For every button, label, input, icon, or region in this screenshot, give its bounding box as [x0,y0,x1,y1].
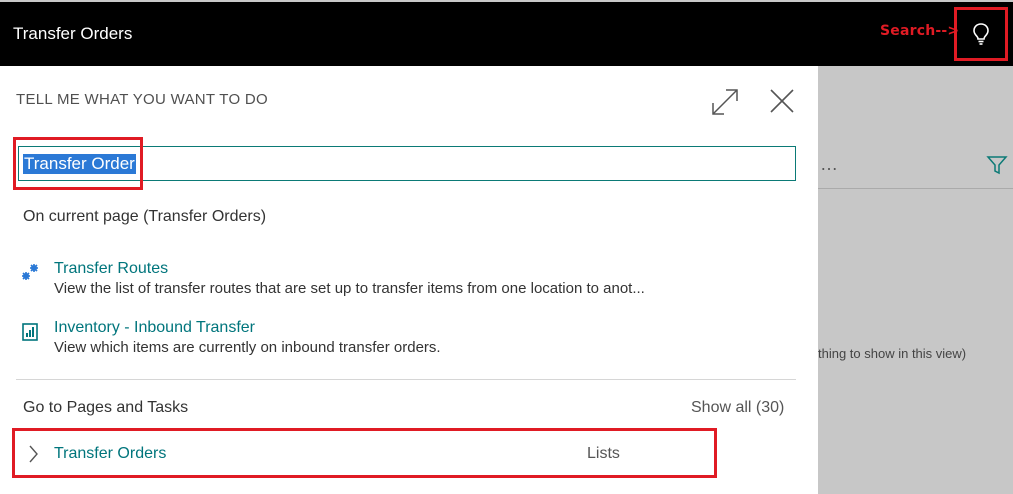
close-icon [770,89,794,113]
empty-list-text: thing to show in this view) [818,346,967,361]
routes-icon [22,264,38,280]
task-label[interactable]: Transfer Orders [54,445,166,463]
section-divider [16,379,796,380]
current-page-heading: On current page (Transfer Orders) [23,208,267,225]
task-category: Lists [587,445,620,462]
result-description: View the list of transfer routes that ar… [54,280,645,297]
result-title[interactable]: Transfer Routes [54,260,168,278]
pages-tasks-heading: Go to Pages and Tasks [23,399,189,416]
expand-icon [712,89,738,115]
close-button[interactable] [767,86,797,116]
result-item[interactable]: Inventory - Inbound Transfer View which … [20,319,780,361]
divider [818,188,1013,189]
report-icon [22,323,38,341]
app-header: Transfer Orders Search--> [0,0,1013,66]
search-highlight-box [13,137,143,190]
search-annotation: Search--> [880,23,960,39]
result-title[interactable]: Inventory - Inbound Transfer [54,319,255,337]
filter-icon [986,156,1008,175]
result-item[interactable]: Transfer Routes View the list of transfe… [20,260,780,302]
panel-title: TELL ME WHAT YOU WANT TO DO [16,91,269,108]
app-title: Transfer Orders [13,24,133,43]
result-description: View which items are currently on inboun… [54,339,441,356]
lightbulb-icon [973,23,989,45]
tell-me-button[interactable] [954,7,1008,61]
chevron-right-icon [29,445,38,463]
page-backdrop: … thing to show in this view) [818,66,1013,494]
show-all-link[interactable]: Show all (30) [691,399,784,417]
expand-button[interactable] [709,86,741,118]
tell-me-panel: TELL ME WHAT YOU WANT TO DO Transfer Ord… [0,66,818,494]
task-item-transfer-orders[interactable]: Transfer Orders Lists [12,428,717,478]
more-options-icon: … [820,154,839,174]
